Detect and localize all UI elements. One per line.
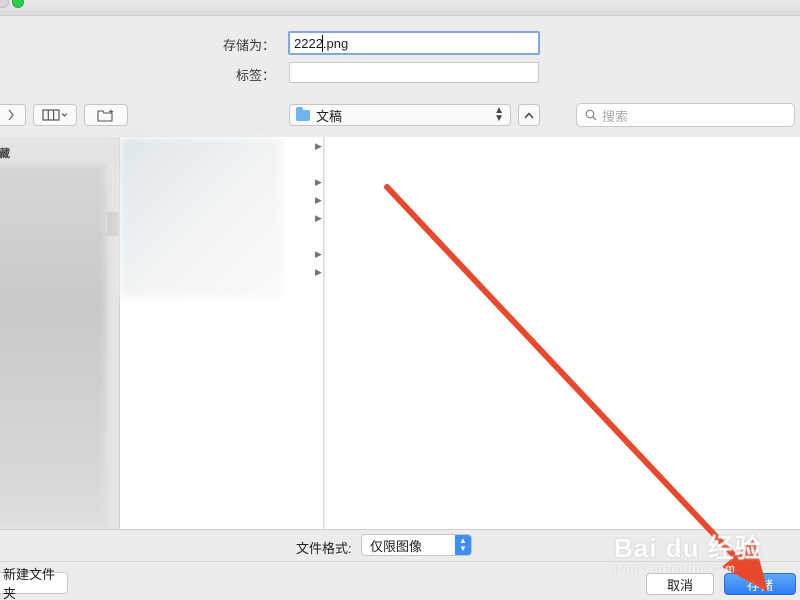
new-folder-toolbar-button[interactable] bbox=[84, 104, 128, 126]
save-as-filename-input[interactable]: 2222.png bbox=[288, 31, 540, 55]
new-folder-button[interactable]: 新建文件夹 bbox=[0, 567, 68, 600]
watermark-main: Bai du 经验 bbox=[614, 533, 762, 563]
folder-icon bbox=[296, 106, 310, 121]
location-popup[interactable]: 文稿 ▲ ▼ bbox=[289, 104, 511, 126]
sidebar-scrollbar[interactable] bbox=[107, 212, 119, 236]
view-mode-button[interactable] bbox=[33, 104, 77, 126]
save-as-label: 存储为： bbox=[222, 38, 275, 53]
disclosure-triangle-icon[interactable]: ▶ bbox=[315, 213, 323, 224]
columns-view-icon bbox=[42, 109, 68, 121]
updown-chevron-icon: ▲ ▼ bbox=[494, 105, 504, 124]
sidebar-heading-favorites: 收藏 bbox=[0, 148, 10, 160]
disclosure-triangle-icon[interactable]: ▶ bbox=[315, 177, 323, 188]
browser-column-2 bbox=[325, 137, 800, 529]
window-titlebar bbox=[0, 0, 800, 16]
updown-chevron-icon: ▲ ▼ bbox=[455, 535, 471, 555]
disclosure-triangle-icon[interactable]: ▶ bbox=[315, 249, 323, 260]
sidebar-items-blurred bbox=[0, 164, 106, 524]
column-items-blurred bbox=[120, 137, 282, 297]
search-icon bbox=[585, 109, 597, 121]
new-folder-icon bbox=[97, 109, 113, 122]
tags-label: 标签： bbox=[235, 68, 275, 83]
forward-button[interactable] bbox=[0, 104, 26, 126]
disclosure-triangle-icon[interactable]: ▶ bbox=[315, 141, 323, 152]
search-placeholder: 搜索 bbox=[602, 108, 629, 124]
file-format-label: 文件格式: bbox=[296, 541, 352, 556]
text-cursor bbox=[322, 35, 323, 52]
chevron-right-icon bbox=[8, 109, 14, 121]
cancel-button[interactable]: 取消 bbox=[646, 573, 714, 595]
save-button[interactable]: 存储 bbox=[724, 573, 796, 595]
location-current: 文稿 bbox=[316, 108, 343, 124]
baidu-jingyan-watermark: Bai du 经验 jingyan.baidu.com bbox=[614, 528, 762, 575]
disclosure-triangle-icon[interactable]: ▶ bbox=[315, 195, 323, 206]
file-format-select[interactable]: 仅限图像 ▲ ▼ bbox=[361, 534, 472, 556]
disclosure-triangle-icon[interactable]: ▶ bbox=[315, 267, 323, 278]
expand-collapse-button[interactable] bbox=[518, 104, 540, 126]
file-format-selected: 仅限图像 bbox=[370, 538, 423, 554]
chevron-up-icon bbox=[524, 111, 534, 118]
search-field[interactable]: 搜索 bbox=[576, 103, 795, 127]
tags-input[interactable] bbox=[289, 62, 539, 83]
